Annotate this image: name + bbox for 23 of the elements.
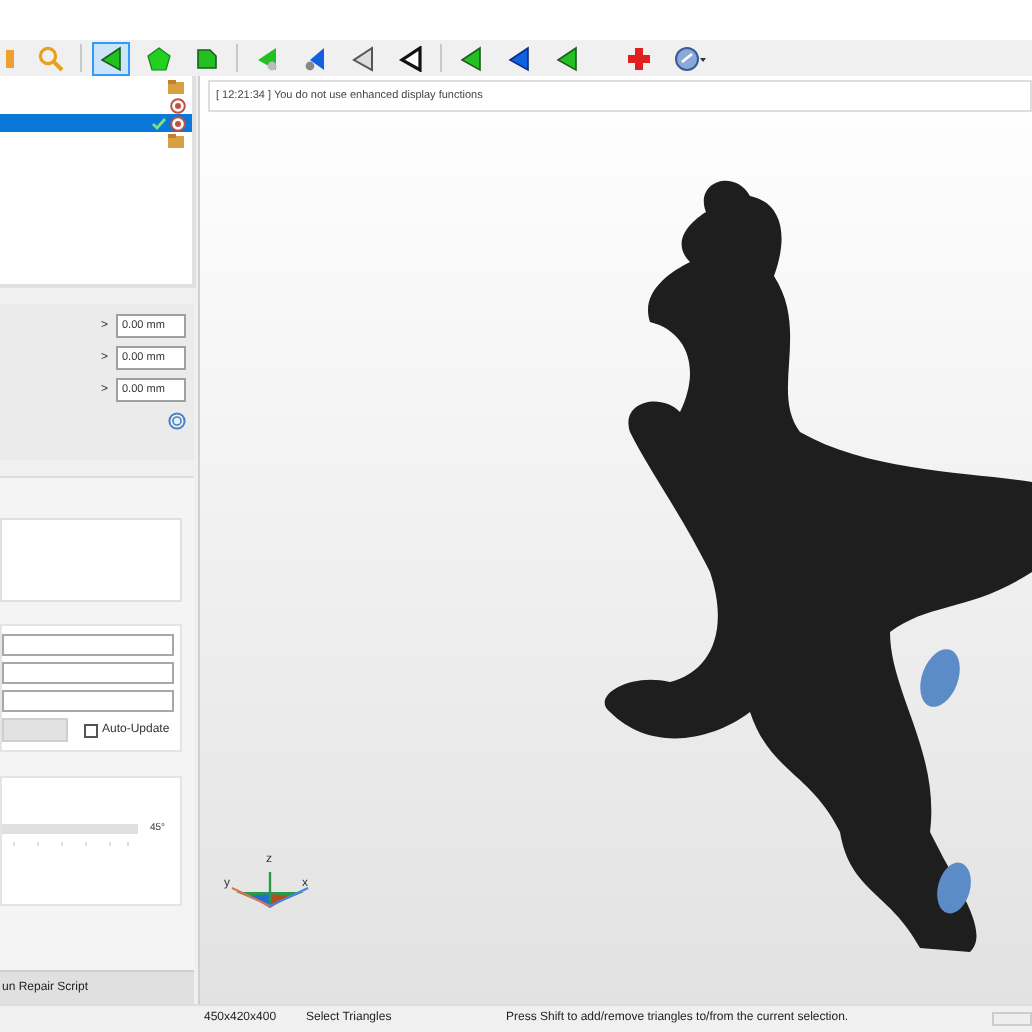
toolbar-button[interactable] xyxy=(92,41,130,75)
folder-icon xyxy=(168,134,186,148)
triangle-icon xyxy=(254,45,280,71)
triangle-icon xyxy=(98,45,124,71)
tree-row[interactable] xyxy=(0,114,192,132)
pentagon-icon xyxy=(146,45,172,71)
disc-icon xyxy=(674,45,708,71)
input-field[interactable] xyxy=(2,662,174,684)
triangle-icon xyxy=(350,45,376,71)
triangle-icon xyxy=(302,45,328,71)
triangle-icon xyxy=(554,45,580,71)
refresh-icon[interactable] xyxy=(168,412,186,430)
triangle-icon xyxy=(398,45,424,71)
tool-icon xyxy=(6,45,16,71)
input-field[interactable] xyxy=(2,690,174,712)
triangle-icon xyxy=(458,45,484,71)
search-icon xyxy=(38,45,64,71)
slider-track[interactable] xyxy=(2,824,138,835)
plus-icon xyxy=(626,45,652,71)
checkmark-icon xyxy=(152,117,166,129)
input-field[interactable] xyxy=(2,634,174,656)
triangle-icon xyxy=(506,45,532,71)
folder-icon xyxy=(168,80,186,94)
